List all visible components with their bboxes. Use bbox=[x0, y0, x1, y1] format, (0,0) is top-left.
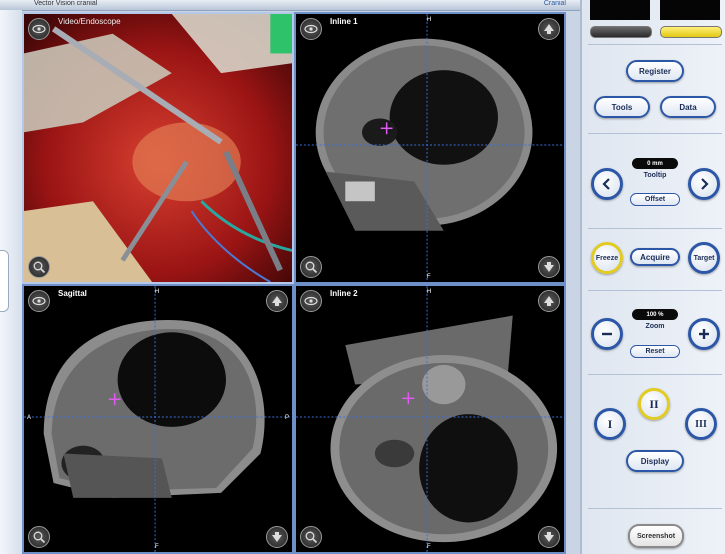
data-button[interactable]: Data bbox=[660, 96, 716, 118]
zoom-readout: 100 % bbox=[632, 309, 678, 320]
orientation-bottom: F bbox=[427, 274, 431, 280]
layout-2-button[interactable]: II bbox=[638, 388, 670, 420]
pane-label-inline2: Inline 2 bbox=[330, 289, 358, 298]
arrow-up-icon[interactable] bbox=[266, 290, 288, 312]
sagittal-pane[interactable]: Sagittal H F A P bbox=[22, 284, 294, 554]
orientation-left: A bbox=[27, 415, 32, 421]
orientation-top: H bbox=[427, 17, 432, 23]
pane-label-inline1: Inline 1 bbox=[330, 17, 358, 26]
divider bbox=[588, 228, 722, 229]
eye-icon[interactable] bbox=[300, 290, 322, 312]
register-button[interactable]: Register bbox=[626, 60, 684, 82]
target-button[interactable]: Target bbox=[688, 242, 720, 274]
divider bbox=[588, 290, 722, 291]
inline2-pane[interactable]: Inline 2 H F bbox=[294, 284, 566, 554]
eye-icon[interactable] bbox=[28, 18, 50, 40]
arrow-down-icon[interactable] bbox=[266, 526, 288, 548]
window-title: Vector Vision cranial bbox=[34, 0, 98, 7]
display-button[interactable]: Display bbox=[626, 450, 684, 472]
monitor-right bbox=[660, 0, 720, 20]
arrow-up-icon[interactable] bbox=[538, 18, 560, 40]
arrow-down-icon[interactable] bbox=[538, 256, 560, 278]
orientation-right: P bbox=[284, 415, 289, 421]
plus-icon[interactable] bbox=[688, 318, 720, 350]
inline1-pane[interactable]: Inline 1 H F bbox=[294, 12, 566, 284]
mri-inline2-image bbox=[296, 286, 564, 552]
left-strip bbox=[0, 10, 22, 554]
layout-3-button[interactable]: III bbox=[685, 408, 717, 440]
tools-button[interactable]: Tools bbox=[594, 96, 650, 118]
tooltip-caption: Tooltip bbox=[643, 172, 667, 179]
minus-icon[interactable] bbox=[591, 318, 623, 350]
side-handle[interactable] bbox=[0, 250, 9, 312]
window-right-label: Cranial bbox=[543, 0, 566, 7]
eye-icon[interactable] bbox=[28, 290, 50, 312]
divider bbox=[588, 374, 722, 375]
mri-inline1-image bbox=[296, 14, 564, 282]
image-viewer: Video/Endoscope Inline 1 H F Sagittal H … bbox=[22, 12, 566, 554]
divider bbox=[588, 133, 722, 134]
eye-icon[interactable] bbox=[300, 18, 322, 40]
tooltip-readout: 0 mm bbox=[632, 158, 678, 169]
freeze-button[interactable]: Freeze bbox=[591, 242, 623, 274]
monitor-left bbox=[590, 0, 650, 20]
divider bbox=[588, 508, 722, 509]
screenshot-button[interactable]: Screenshot bbox=[628, 524, 684, 548]
surgical-video-image bbox=[24, 14, 292, 282]
orientation-top: H bbox=[155, 289, 160, 295]
reset-button[interactable]: Reset bbox=[630, 345, 680, 358]
video-pane[interactable]: Video/Endoscope bbox=[22, 12, 294, 284]
orientation-bottom: F bbox=[427, 544, 431, 550]
pane-label-video: Video/Endoscope bbox=[58, 17, 121, 26]
orientation-top: H bbox=[427, 289, 432, 295]
offset-button[interactable]: Offset bbox=[630, 193, 680, 206]
zoom-caption: Zoom bbox=[645, 323, 665, 330]
pane-label-sagittal: Sagittal bbox=[58, 289, 87, 298]
chevron-right-icon[interactable] bbox=[688, 168, 720, 200]
indicator-right bbox=[660, 26, 722, 38]
zoom-icon[interactable] bbox=[300, 256, 322, 278]
zoom-icon[interactable] bbox=[28, 256, 50, 278]
acquire-button[interactable]: Acquire bbox=[630, 248, 680, 266]
indicator-left bbox=[590, 26, 652, 38]
arrow-up-icon[interactable] bbox=[538, 290, 560, 312]
chevron-left-icon[interactable] bbox=[591, 168, 623, 200]
layout-1-button[interactable]: I bbox=[594, 408, 626, 440]
control-panel: Register Tools Data 0 mm Tooltip Offset … bbox=[580, 0, 725, 554]
zoom-icon[interactable] bbox=[300, 526, 322, 548]
mri-sagittal-image bbox=[24, 286, 292, 552]
arrow-down-icon[interactable] bbox=[538, 526, 560, 548]
divider bbox=[588, 44, 722, 45]
title-bar: Vector Vision cranial Cranial bbox=[0, 0, 580, 11]
orientation-bottom: F bbox=[155, 544, 159, 550]
zoom-icon[interactable] bbox=[28, 526, 50, 548]
